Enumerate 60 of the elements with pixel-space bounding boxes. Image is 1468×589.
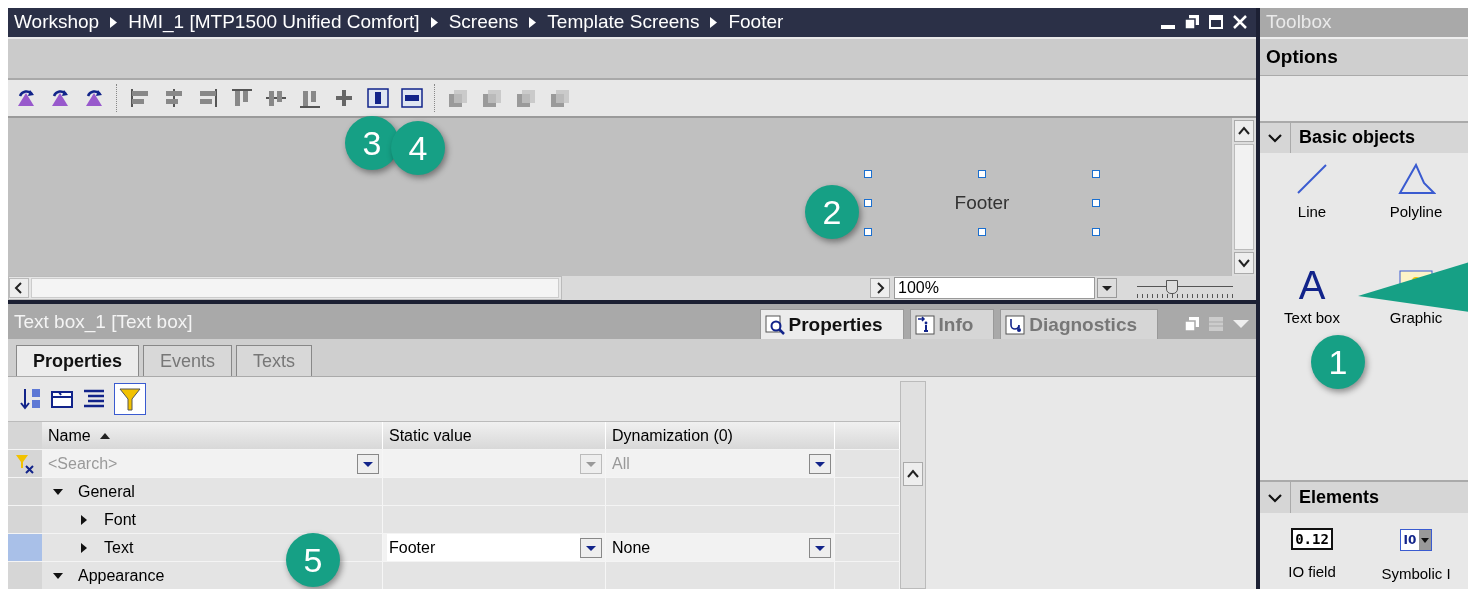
static-value-field[interactable]: Footer [387,534,580,561]
sort-arrow-icon [98,431,111,440]
io-field-icon: 0.12 [1291,528,1333,550]
breadcrumb-item[interactable]: Workshop [14,11,100,34]
chevron-icon[interactable] [1268,132,1282,143]
center-horizontal-icon[interactable] [366,86,390,109]
toolbox-item[interactable]: I0 Symbolic I [1364,519,1468,589]
breadcrumb-arrow-icon [110,16,118,28]
magnifier-icon [764,314,785,335]
filter-icon[interactable] [114,383,146,415]
breadcrumb-arrow-icon [430,16,438,28]
section-header[interactable]: Elements [1260,480,1468,513]
toolbox-item[interactable]: A Text box [1260,265,1364,336]
chevron-icon[interactable] [1268,492,1282,503]
toolbox-title: Toolbox [1266,11,1332,34]
toolbox-item[interactable]: 0.12 IO field [1260,519,1364,589]
table-scrollbar[interactable] [900,381,926,589]
property-name: General [78,482,135,501]
center-vertical-icon[interactable] [400,86,424,109]
options-header[interactable]: Options [1266,46,1338,69]
dropdown-icon[interactable] [1097,278,1117,299]
inspector-tab[interactable]: Properties [759,309,904,339]
zoom-field[interactable]: 100% [894,277,1095,300]
breadcrumb-arrow-icon [529,16,537,28]
scroll-down-icon[interactable] [1234,252,1255,275]
properties-tab[interactable]: Properties [16,345,140,376]
toolbox-item[interactable]: Polyline [1364,159,1468,230]
property-name: Font [104,510,136,529]
stethoscope-icon [1005,314,1026,335]
info-icon [914,314,935,335]
dropdown-field-icon: I0 [1399,529,1433,551]
dropdown-icon[interactable] [357,453,379,474]
property-name: Appearance [78,566,165,585]
property-name: Text [104,538,134,557]
sort-az-icon[interactable] [20,387,42,411]
scroll-right-icon[interactable] [870,278,890,299]
breadcrumb-item[interactable]: Footer [728,11,784,34]
align-top-icon[interactable] [230,86,254,109]
horizontal-scrollbar[interactable] [8,276,562,301]
scroll-left-icon[interactable] [9,278,29,299]
dropdown-icon[interactable] [809,453,831,474]
vertical-scrollbar[interactable] [1231,118,1257,277]
search-input[interactable]: <Search> [46,453,357,474]
dropdown-icon[interactable] [580,537,602,558]
section-header[interactable]: Basic objects [1260,120,1468,154]
scroll-up-icon[interactable] [903,462,923,486]
breadcrumb-item[interactable]: Template Screens [547,11,700,34]
breadcrumb-item[interactable]: Screens [448,11,519,34]
breadcrumb-item[interactable]: HMI_1 [MTP1500 Unified Comfort] [128,11,420,34]
search-field[interactable]: <Search> [42,450,383,477]
toolbox-item[interactable]: Line [1260,159,1364,230]
breadcrumb-arrow-icon [710,16,718,28]
inspector-title: Text box_1 [Text box] [13,310,193,333]
close-icon[interactable] [1232,14,1249,31]
clear-filter-icon[interactable] [15,453,35,474]
dropdown-icon[interactable] [809,537,831,558]
maximize-icon[interactable] [1208,14,1225,31]
text-icon: A [1298,265,1326,306]
restore-icon[interactable] [1184,14,1201,31]
scroll-up-icon[interactable] [1234,120,1255,143]
